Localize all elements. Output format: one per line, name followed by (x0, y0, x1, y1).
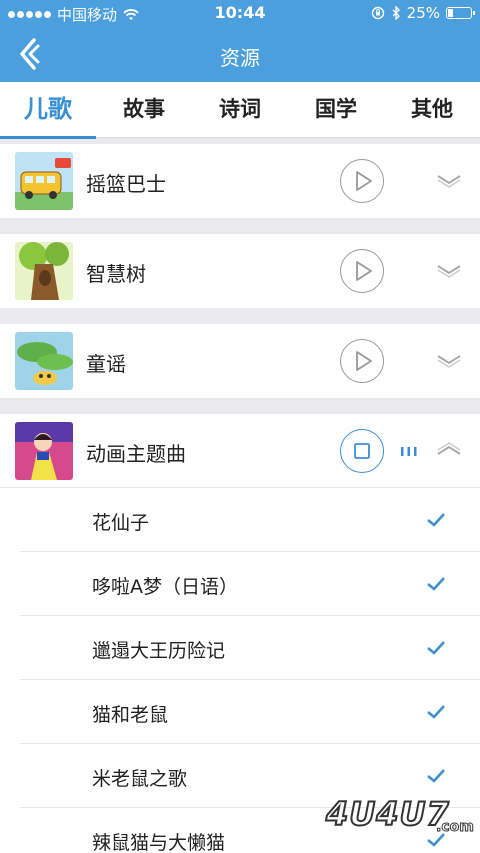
frog-thumbnail (15, 332, 73, 390)
watermark-text: 4U4U7 (325, 794, 450, 834)
equalizer-icon (401, 447, 417, 456)
tab-other[interactable]: 其他 (384, 82, 480, 138)
play-icon (355, 170, 372, 191)
track-title: 米老鼠之歌 (92, 768, 188, 790)
track-item[interactable]: 哆啦A梦（日语） (20, 552, 480, 616)
chevron-down-icon[interactable] (436, 262, 462, 278)
orientation-lock-icon (371, 6, 384, 20)
check-icon (427, 705, 445, 719)
chevron-down-icon[interactable] (436, 352, 462, 368)
track-title: 猫和老鼠 (92, 704, 169, 726)
tab-bar: 儿歌 故事 诗词 国学 其他 (0, 82, 480, 139)
track-title: 花仙子 (92, 512, 150, 534)
category-label: 动画主题曲 (86, 442, 186, 466)
princess-thumbnail (15, 422, 73, 480)
category-row-expanded[interactable]: 动画主题曲 (0, 414, 480, 488)
tab-children-songs[interactable]: 儿歌 (0, 82, 96, 139)
battery-percent: 25% (406, 4, 440, 22)
category-row[interactable]: 童谣 (0, 324, 480, 398)
play-button[interactable] (340, 339, 384, 383)
bluetooth-icon (392, 6, 400, 20)
tab-classics[interactable]: 国学 (288, 82, 384, 138)
play-button[interactable] (340, 249, 384, 293)
category-label: 摇篮巴士 (86, 172, 166, 196)
track-title: 邋遢大王历险记 (92, 640, 226, 662)
category-row[interactable]: 智慧树 (0, 234, 480, 308)
tab-poems[interactable]: 诗词 (192, 82, 288, 138)
track-item[interactable]: 邋遢大王历险记 (20, 616, 480, 680)
tab-stories[interactable]: 故事 (96, 82, 192, 138)
play-button[interactable] (340, 159, 384, 203)
play-icon (355, 350, 372, 371)
watermark-logo: 4U4U7 .com (318, 793, 478, 843)
status-bar: 中国移动 10:44 25% (0, 0, 480, 26)
bus-thumbnail (15, 152, 73, 210)
category-label: 童谣 (86, 352, 126, 376)
battery-icon (446, 7, 475, 19)
page-title: 资源 (220, 46, 260, 70)
check-icon (427, 513, 445, 527)
check-icon (427, 577, 445, 591)
tree-thumbnail (15, 242, 73, 300)
track-title: 哆啦A梦（日语） (92, 576, 238, 598)
category-row[interactable]: 摇篮巴士 (0, 144, 480, 218)
category-label: 智慧树 (86, 262, 146, 286)
check-icon (427, 769, 445, 783)
watermark-suffix: .com (436, 819, 475, 836)
chevron-up-icon[interactable] (436, 442, 462, 458)
track-item[interactable]: 花仙子 (20, 488, 480, 552)
check-icon (427, 641, 445, 655)
play-icon (355, 260, 372, 281)
track-item[interactable]: 猫和老鼠 (20, 680, 480, 744)
chevron-down-icon[interactable] (436, 172, 462, 188)
stop-button[interactable] (340, 429, 384, 473)
track-title: 辣鼠猫与大懒猫 (92, 832, 226, 853)
stop-icon (353, 442, 370, 459)
title-bar: 资源 (0, 26, 480, 82)
